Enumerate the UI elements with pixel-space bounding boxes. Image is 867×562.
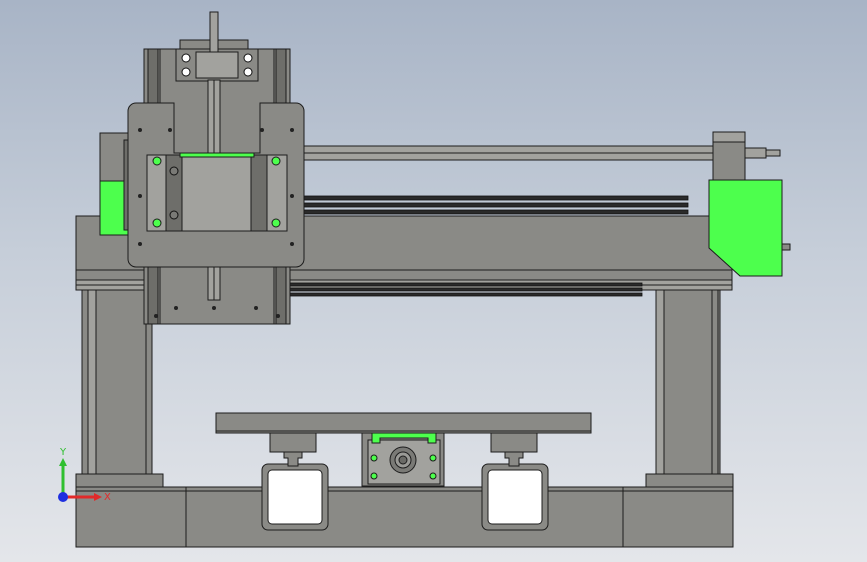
base-tube-right	[481, 463, 549, 531]
x-motor-mount	[712, 131, 746, 181]
triad-y-arrow-icon	[59, 458, 67, 466]
base-frame	[75, 486, 734, 548]
x-guide-rail-upper	[289, 195, 689, 215]
base-tube-left	[261, 463, 329, 531]
triad-z-axis-icon	[58, 492, 68, 502]
rail-carriage-right	[490, 431, 538, 467]
x-left-end-block	[99, 132, 131, 236]
work-table	[215, 412, 592, 434]
x-ballscrew-shaft	[299, 145, 781, 161]
column-right	[645, 279, 734, 488]
triad-x-label: X	[104, 492, 111, 503]
ballscrew-nut-housing	[361, 432, 445, 487]
spindle-mount-plate	[146, 152, 288, 232]
triad-y-label: Y	[59, 447, 67, 458]
x-guide-rail-lower	[289, 282, 643, 297]
rail-carriage-left	[269, 431, 317, 467]
cad-graphics-viewport[interactable]: .b { fill:#8a8a86; stroke:#1c1c1c; strok…	[0, 0, 867, 562]
